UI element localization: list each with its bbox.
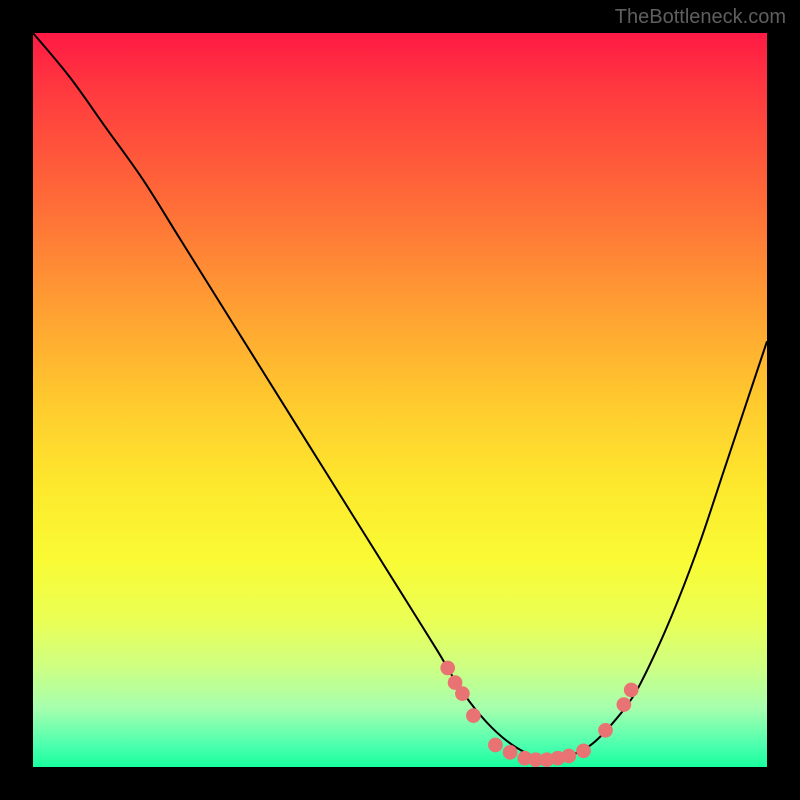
chart-marker bbox=[617, 697, 632, 712]
watermark-text: TheBottleneck.com bbox=[615, 6, 786, 29]
chart-marker bbox=[561, 749, 576, 764]
chart-marker bbox=[576, 744, 591, 759]
chart-plot-area bbox=[33, 33, 767, 767]
chart-markers bbox=[440, 661, 638, 767]
chart-marker bbox=[488, 738, 503, 753]
chart-marker bbox=[624, 683, 639, 698]
chart-marker bbox=[440, 661, 455, 676]
chart-marker bbox=[503, 745, 518, 760]
chart-marker bbox=[455, 686, 470, 701]
chart-svg bbox=[33, 33, 767, 767]
chart-marker bbox=[466, 708, 481, 723]
bottleneck-curve bbox=[33, 33, 767, 760]
chart-marker bbox=[598, 723, 613, 738]
